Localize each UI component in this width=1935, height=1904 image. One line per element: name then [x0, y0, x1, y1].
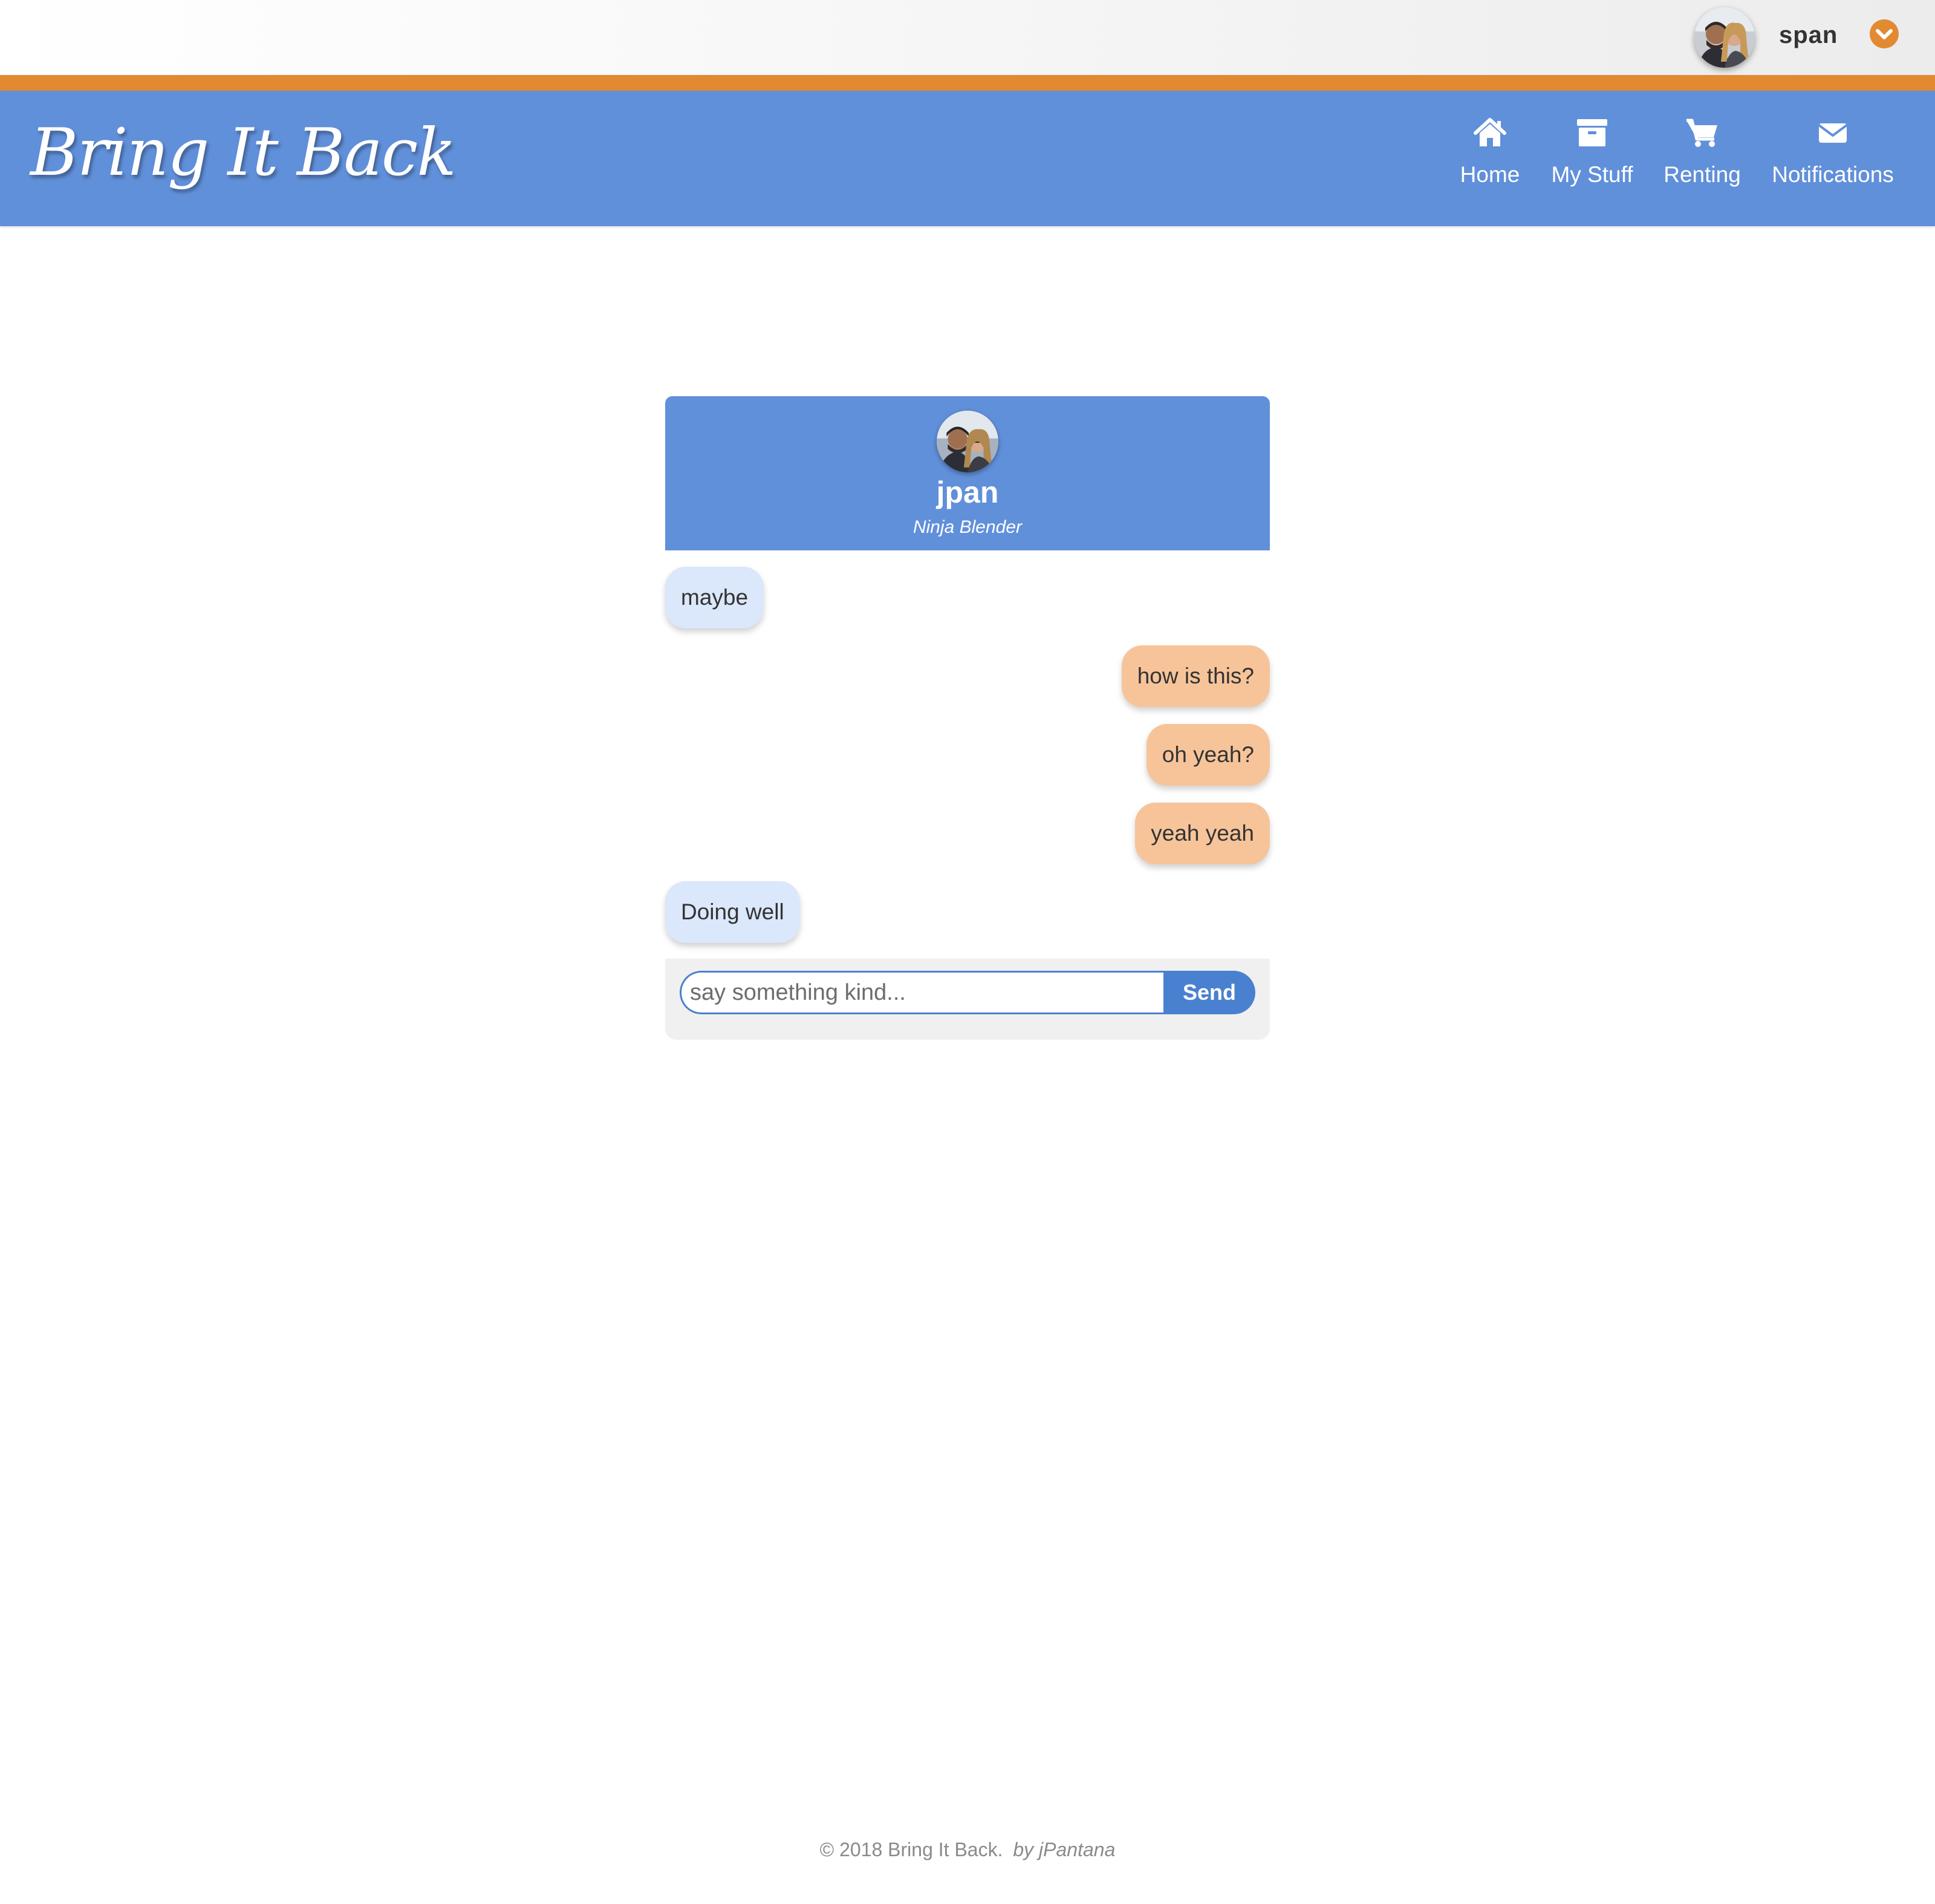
message-bubble-incoming: Doing well: [665, 881, 800, 943]
partner-avatar[interactable]: [937, 411, 998, 472]
main-navbar: Bring It Back Home My Stuff Renting Noti…: [0, 91, 1935, 226]
message-bubble-incoming: maybe: [665, 567, 764, 628]
archive-box-icon: [1577, 119, 1607, 146]
footer: © 2018 Bring It Back. by jPantana: [0, 1839, 1935, 1861]
nav-label-notifications: Notifications: [1772, 162, 1894, 187]
partner-title: Ninja Blender: [912, 517, 1023, 537]
user-avatar[interactable]: [1694, 7, 1755, 68]
message-bubble-outgoing: oh yeah?: [1146, 724, 1270, 786]
chat-header: jpan Ninja Blender: [665, 396, 1270, 550]
user-bar: span: [0, 0, 1935, 75]
couple-avatar-photo: [937, 411, 998, 472]
shopping-cart-icon: [1686, 119, 1717, 147]
home-icon: [1474, 118, 1506, 146]
send-button[interactable]: Send: [1163, 971, 1255, 1014]
footer-copyright: © 2018 Bring It Back.: [819, 1839, 1003, 1860]
message-bubble-outgoing: how is this?: [1121, 645, 1270, 707]
accent-stripe: [0, 75, 1935, 91]
nav-label-renting: Renting: [1663, 162, 1741, 187]
brand-logo[interactable]: Bring It Back: [30, 115, 457, 191]
nav-item-home[interactable]: Home: [1451, 117, 1529, 202]
nav-item-renting[interactable]: Renting: [1657, 117, 1748, 202]
nav-item-my-stuff[interactable]: My Stuff: [1547, 117, 1637, 202]
message-bubble-outgoing: yeah yeah: [1135, 803, 1270, 864]
nav-label-my-stuff: My Stuff: [1551, 162, 1633, 187]
partner-username[interactable]: jpan: [665, 475, 1270, 510]
message-input[interactable]: [680, 971, 1163, 1014]
footer-author: by jPantana: [1013, 1839, 1116, 1860]
username-label[interactable]: span: [1779, 22, 1838, 49]
message-composer: Send: [665, 959, 1270, 1040]
chevron-down-circle-icon[interactable]: [1870, 19, 1899, 48]
couple-avatar-photo: [1694, 7, 1755, 68]
nav-label-home: Home: [1460, 162, 1520, 187]
nav-item-notifications[interactable]: Notifications: [1768, 117, 1898, 202]
envelope-icon: [1818, 123, 1848, 143]
